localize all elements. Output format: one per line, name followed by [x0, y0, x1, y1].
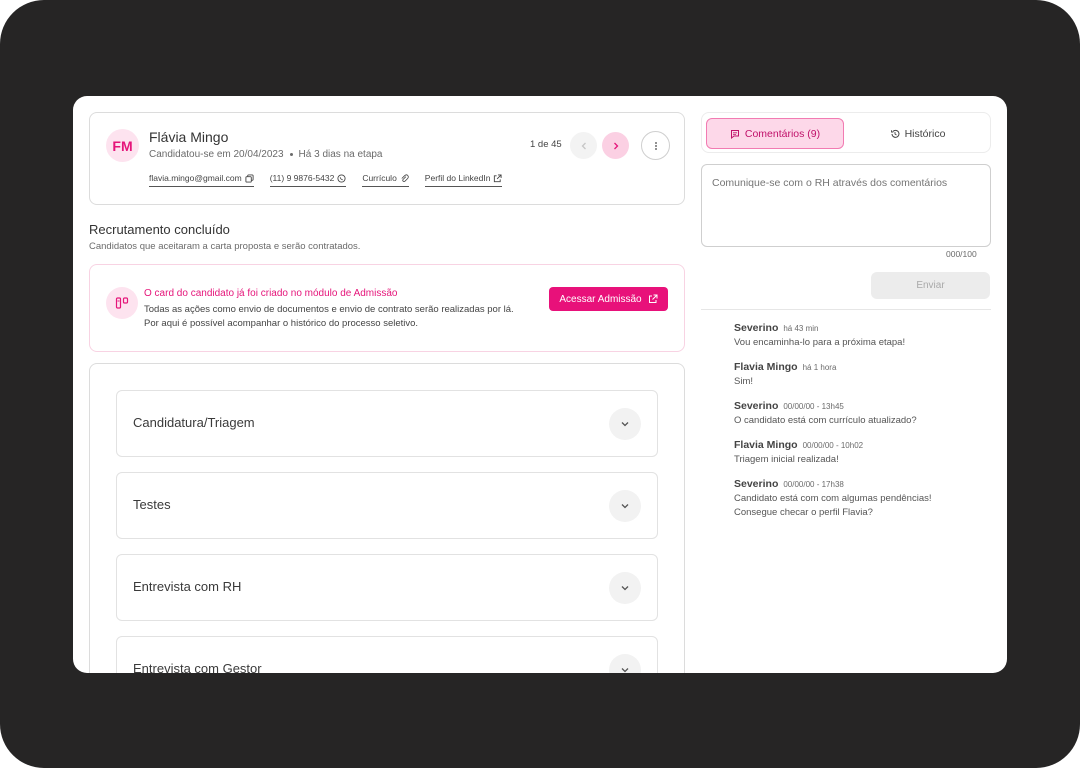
candidate-name: Flávia Mingo [149, 129, 229, 145]
comment-item: Flavia Mingo há 1 hora Sim! [734, 361, 974, 389]
stage-label: Entrevista com Gestor [133, 661, 262, 673]
phone-link[interactable]: (11) 9 9876-5432 [269, 173, 347, 187]
comment-time: 00/00/00 - 10h02 [802, 441, 864, 450]
tab-history-label: Histórico [904, 127, 946, 140]
linkedin-link[interactable]: Perfil do LinkedIn [424, 173, 503, 187]
whatsapp-icon [337, 173, 346, 183]
tab-history[interactable]: Histórico [847, 118, 988, 149]
app-screen: FM Flávia Mingo Candidatou-se em 20/04/2… [73, 96, 1007, 673]
stage-label: Testes [133, 497, 171, 512]
comment-text: O candidato está com currículo atualizad… [734, 415, 917, 426]
stage-label: Entrevista com RH [133, 579, 242, 594]
admission-notice: O card do candidato já foi criado no mód… [89, 264, 685, 352]
chevron-down-icon [621, 422, 629, 427]
avatar: FM [106, 129, 139, 162]
admission-notice-icon-wrapper [106, 287, 138, 319]
comment-item: Severino 00/00/00 - 17h38 Candidato está … [734, 478, 974, 520]
send-button[interactable]: Enviar [871, 272, 990, 299]
comment-time: 00/00/00 - 13h45 [783, 402, 844, 411]
candidate-links: flavia.mingo@gmail.com (11) 9 9876-5432 … [149, 173, 503, 187]
copy-icon[interactable] [245, 173, 254, 183]
resume-text: Currículo [362, 173, 397, 183]
divider [701, 309, 991, 310]
chevron-right-icon [613, 142, 618, 149]
applied-date: Candidatou-se em 20/04/2023 [149, 149, 284, 160]
chevron-left-icon [581, 142, 586, 149]
chevron-down-icon [621, 586, 629, 591]
more-vertical-icon [654, 141, 657, 150]
admission-notice-text: Todas as ações como envio de documentos … [144, 304, 514, 329]
stage-accordion-item[interactable]: Entrevista com Gestor [116, 636, 658, 673]
comments-list: Severino há 43 min Vou encaminha-lo para … [734, 322, 974, 531]
stage-accordion-item[interactable]: Entrevista com RH [116, 554, 658, 621]
resume-link[interactable]: Currículo [362, 173, 409, 187]
comment-author: Severino [734, 478, 779, 490]
comment-text: Candidato está com com algumas pendência… [734, 493, 932, 518]
sidebar-tabs: Comentários (9) Histórico [701, 112, 991, 153]
chevron-down-icon [621, 504, 629, 509]
access-admission-label: Acessar Admissão [559, 293, 642, 305]
character-counter: 000/100 [946, 249, 977, 259]
comment-item: Severino há 43 min Vou encaminha-lo para … [734, 322, 974, 350]
comment-author: Flavia Mingo [734, 361, 798, 373]
comment-input[interactable] [701, 164, 991, 247]
tab-comments[interactable]: Comentários (9) [706, 118, 844, 149]
previous-candidate-button[interactable] [570, 132, 597, 159]
candidate-meta: Candidatou-se em 20/04/2023 Há 3 dias na… [149, 149, 383, 160]
comment-author: Severino [734, 322, 779, 334]
expand-button[interactable] [609, 654, 641, 673]
more-options-button[interactable] [641, 131, 670, 160]
section-title: Recrutamento concluído [89, 222, 230, 237]
expand-button[interactable] [609, 490, 641, 522]
history-icon [890, 129, 900, 138]
external-link-icon [494, 173, 503, 182]
comment-text: Sim! [734, 376, 753, 387]
separator-dot [289, 153, 293, 156]
comment-time: há 43 min [783, 324, 819, 333]
comment-time: há 1 hora [802, 363, 837, 372]
stage-time: Há 3 dias na etapa [298, 149, 383, 160]
next-candidate-button[interactable] [602, 132, 629, 159]
device-frame: FM Flávia Mingo Candidatou-se em 20/04/2… [0, 0, 1080, 768]
tab-comments-label: Comentários (9) [744, 127, 821, 140]
admission-notice-title: O card do candidato já foi criado no mód… [144, 288, 398, 299]
stage-accordion-item[interactable]: Testes [116, 472, 658, 539]
paperclip-icon [401, 173, 409, 182]
chevron-down-icon [621, 668, 629, 673]
comment-item: Severino 00/00/00 - 13h45 O candidato est… [734, 400, 974, 428]
comment-text: Vou encaminha-lo para a próxima etapa! [734, 337, 906, 348]
phone-text: (11) 9 9876-5432 [269, 173, 335, 183]
section-subtitle: Candidatos que aceitaram a carta propost… [89, 241, 361, 252]
comment-time: 00/00/00 - 17h38 [783, 480, 844, 489]
email-link[interactable]: flavia.mingo@gmail.com [149, 173, 254, 187]
comment-author: Severino [734, 400, 779, 412]
board-icon [115, 297, 129, 309]
external-link-icon [648, 294, 658, 303]
comment-text: Triagem inicial realizada! [734, 454, 839, 465]
access-admission-button[interactable]: Acessar Admissão [549, 287, 668, 311]
chat-icon [730, 129, 739, 139]
pager-text: 1 de 45 [530, 139, 562, 150]
comment-author: Flavia Mingo [734, 439, 798, 451]
expand-button[interactable] [609, 408, 641, 440]
email-text: flavia.mingo@gmail.com [149, 173, 242, 183]
linkedin-text: Perfil do LinkedIn [424, 173, 491, 183]
comment-item: Flavia Mingo 00/00/00 - 10h02 Triagem ini… [734, 439, 974, 467]
stage-accordion-item[interactable]: Candidatura/Triagem [116, 390, 658, 457]
expand-button[interactable] [609, 572, 641, 604]
stages-panel: Candidatura/Triagem Testes Entrevista co… [89, 363, 685, 673]
candidate-card: FM Flávia Mingo Candidatou-se em 20/04/2… [89, 112, 685, 205]
stage-label: Candidatura/Triagem [133, 415, 255, 430]
